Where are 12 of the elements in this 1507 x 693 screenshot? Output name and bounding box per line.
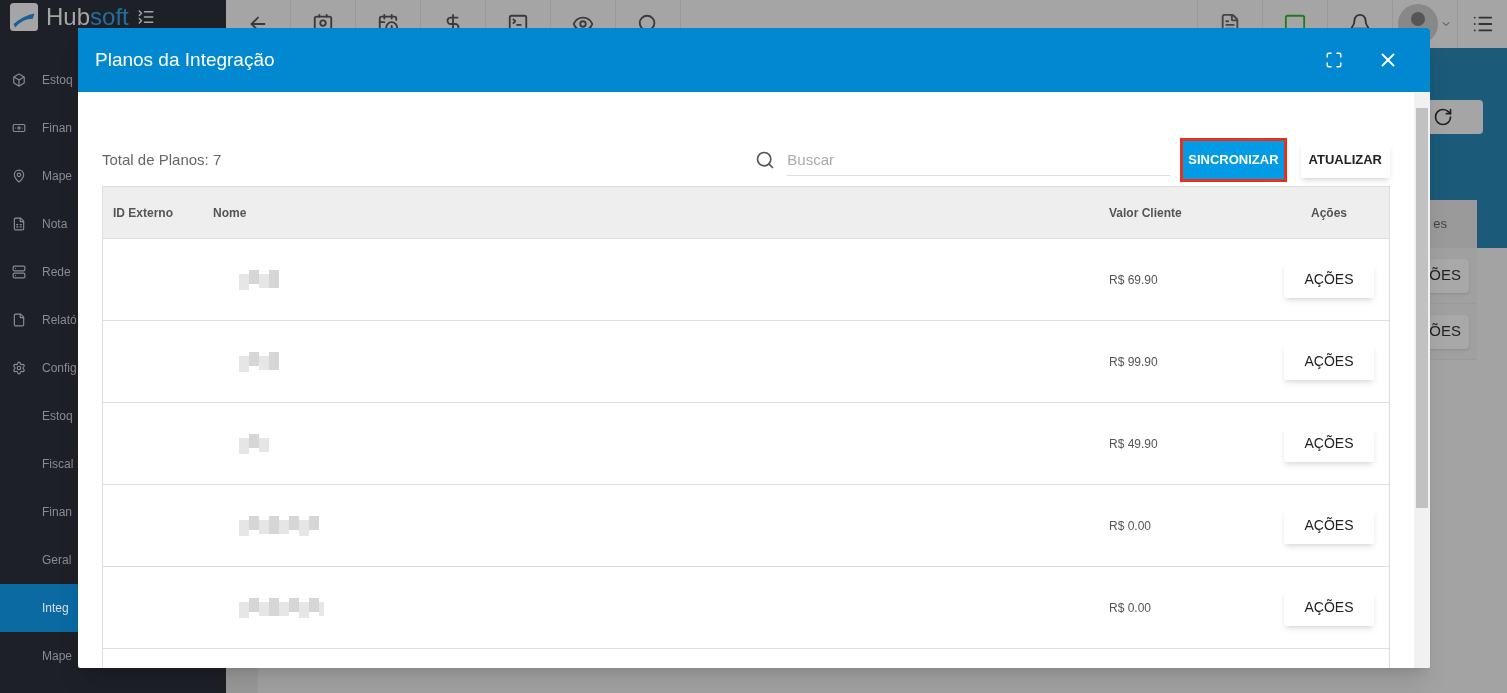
total-label: Total de Planos: 7: [102, 149, 223, 170]
column-header: Nome: [213, 204, 248, 222]
table-cell-text: R$ 0.00: [1109, 517, 1153, 535]
column-header: Valor Cliente: [1109, 204, 1183, 222]
column-header: Ações: [1310, 204, 1348, 222]
table-cell-text: R$ 99.90: [1109, 353, 1159, 371]
table-cell-text: R$ 0.00: [1109, 599, 1153, 617]
column-header: ID Externo: [112, 204, 174, 222]
brand-logo: Hubsoft: [46, 5, 129, 29]
table-cell-text: R$ 49.90: [1109, 435, 1159, 453]
dialog-title: Planos da Integração: [95, 47, 276, 72]
table-cell-text: R$ 69.90: [1109, 271, 1159, 289]
